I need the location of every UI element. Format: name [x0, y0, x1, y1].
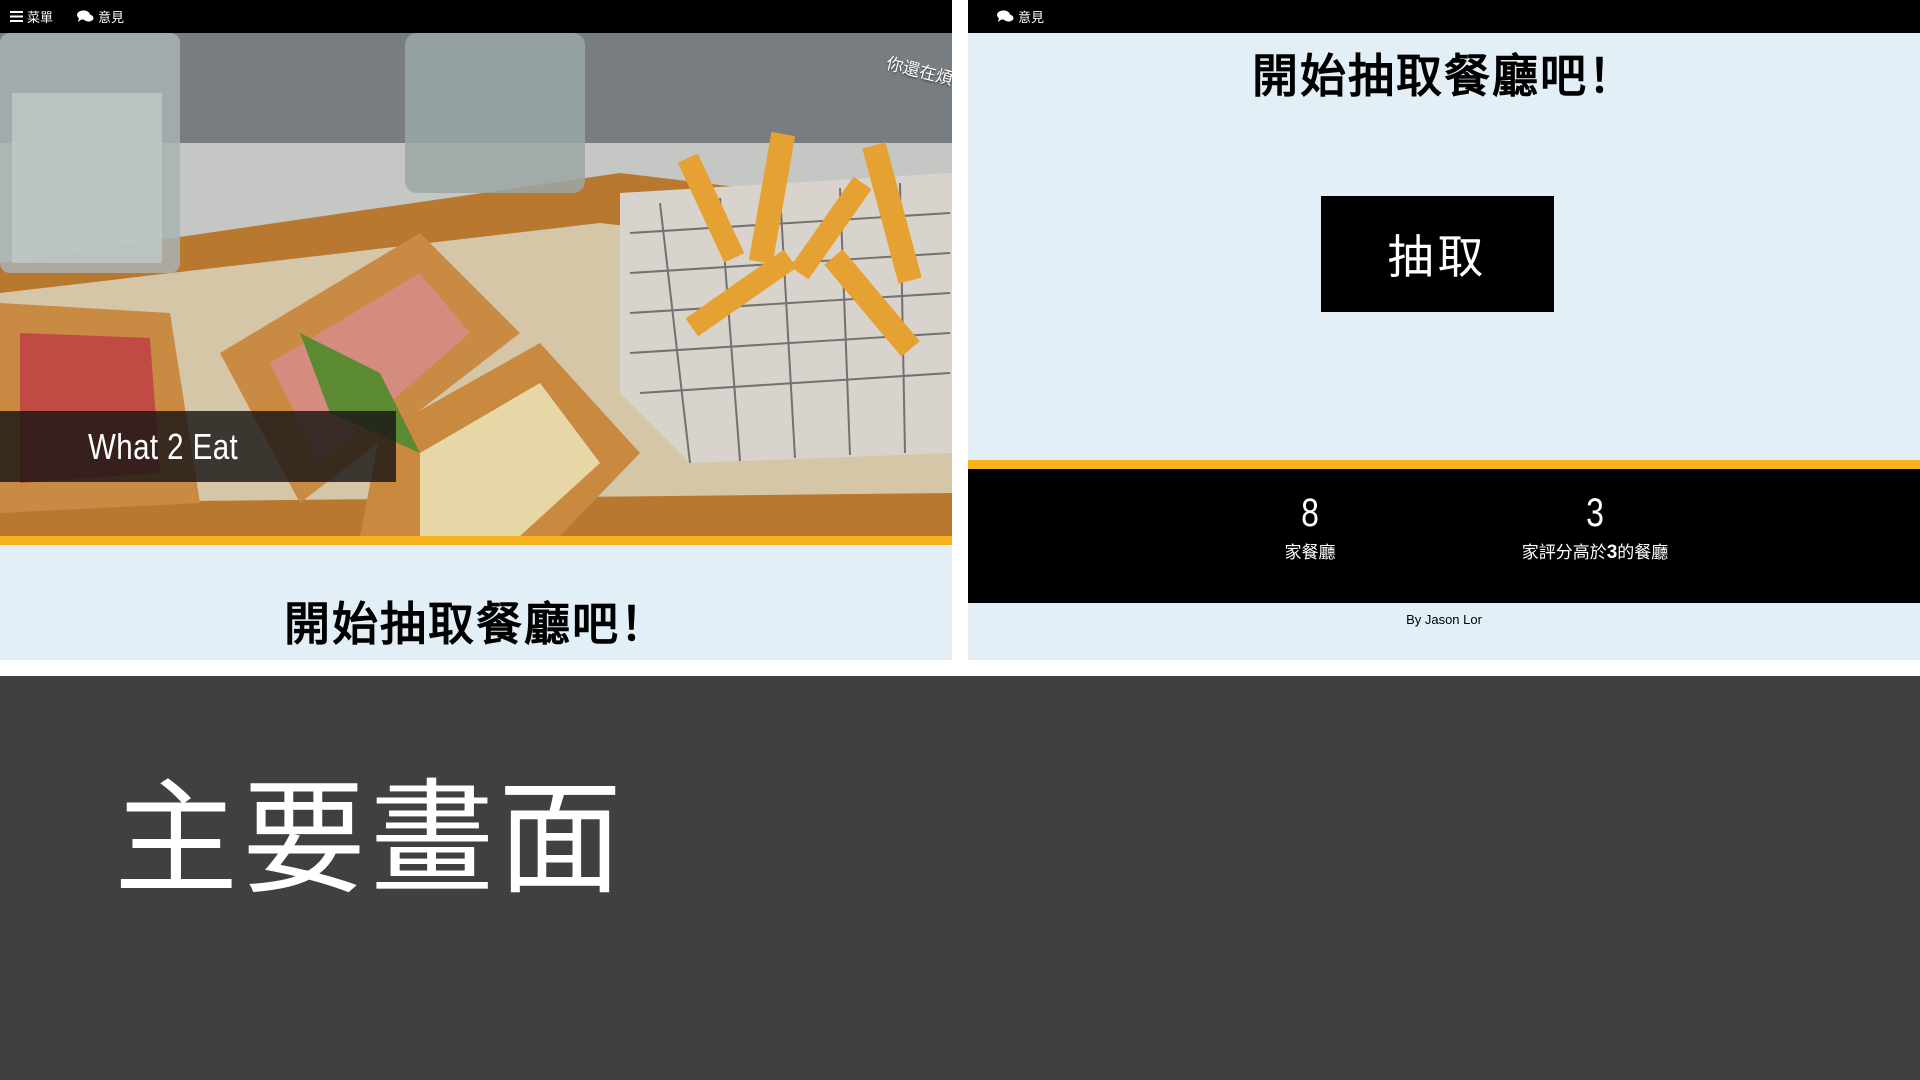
top-navbar: 菜單 意見 — [0, 0, 952, 33]
restaurant-count-label: 家餐廳 — [1284, 543, 1336, 563]
right-screenshot: 意見 開始抽取餐廳吧！ 抽取 8 家餐廳 3 家評分高於3的餐廳 By Jaso… — [968, 0, 1920, 660]
slide-caption: 主要畫面 — [114, 768, 627, 912]
feedback-label: 意見 — [1018, 11, 1045, 26]
high-rated-count-label: 家評分高於3的餐廳 — [1465, 538, 1725, 564]
high-rated-label-prefix: 家評分高於 — [1521, 543, 1607, 563]
high-rated-count-stat: 3 家評分高於3的餐廳 — [1465, 491, 1725, 564]
hero-title-box: What 2 Eat — [0, 411, 396, 482]
menu-label: 菜單 — [27, 11, 54, 26]
restaurant-count-stat: 8 家餐廳 — [1250, 491, 1370, 563]
left-screenshot: 菜單 意見 你還在煩 What 2 Eat 開始抽取餐廳吧！ — [0, 0, 952, 660]
hamburger-icon — [10, 11, 23, 22]
author-credit: By Jason Lor — [1406, 612, 1482, 627]
feedback-label: 意見 — [98, 11, 125, 26]
feedback-button[interactable]: 意見 — [997, 7, 1044, 26]
hero-banner: 你還在煩 What 2 Eat — [0, 33, 952, 536]
restaurant-count-value: 8 — [1301, 491, 1319, 535]
high-rated-threshold: 3 — [1606, 542, 1618, 563]
top-navbar: 意見 — [968, 0, 1920, 33]
site-title: What 2 Eat — [88, 425, 239, 467]
draw-button[interactable]: 抽取 — [1321, 196, 1554, 312]
caption-area: 主要畫面 — [0, 676, 1920, 1080]
high-rated-label-suffix: 的餐廳 — [1617, 543, 1669, 563]
accent-stripe — [968, 460, 1920, 469]
menu-button[interactable]: 菜單 — [10, 7, 53, 26]
feedback-button[interactable]: 意見 — [77, 7, 124, 26]
stats-band: 8 家餐廳 3 家評分高於3的餐廳 — [968, 469, 1920, 603]
comments-icon — [997, 10, 1014, 22]
page-headline: 開始抽取餐廳吧！ — [1252, 49, 1636, 103]
page-headline: 開始抽取餐廳吧！ — [284, 597, 668, 651]
high-rated-count-value: 3 — [1586, 491, 1604, 535]
comments-icon — [77, 10, 94, 22]
accent-stripe — [0, 536, 952, 545]
